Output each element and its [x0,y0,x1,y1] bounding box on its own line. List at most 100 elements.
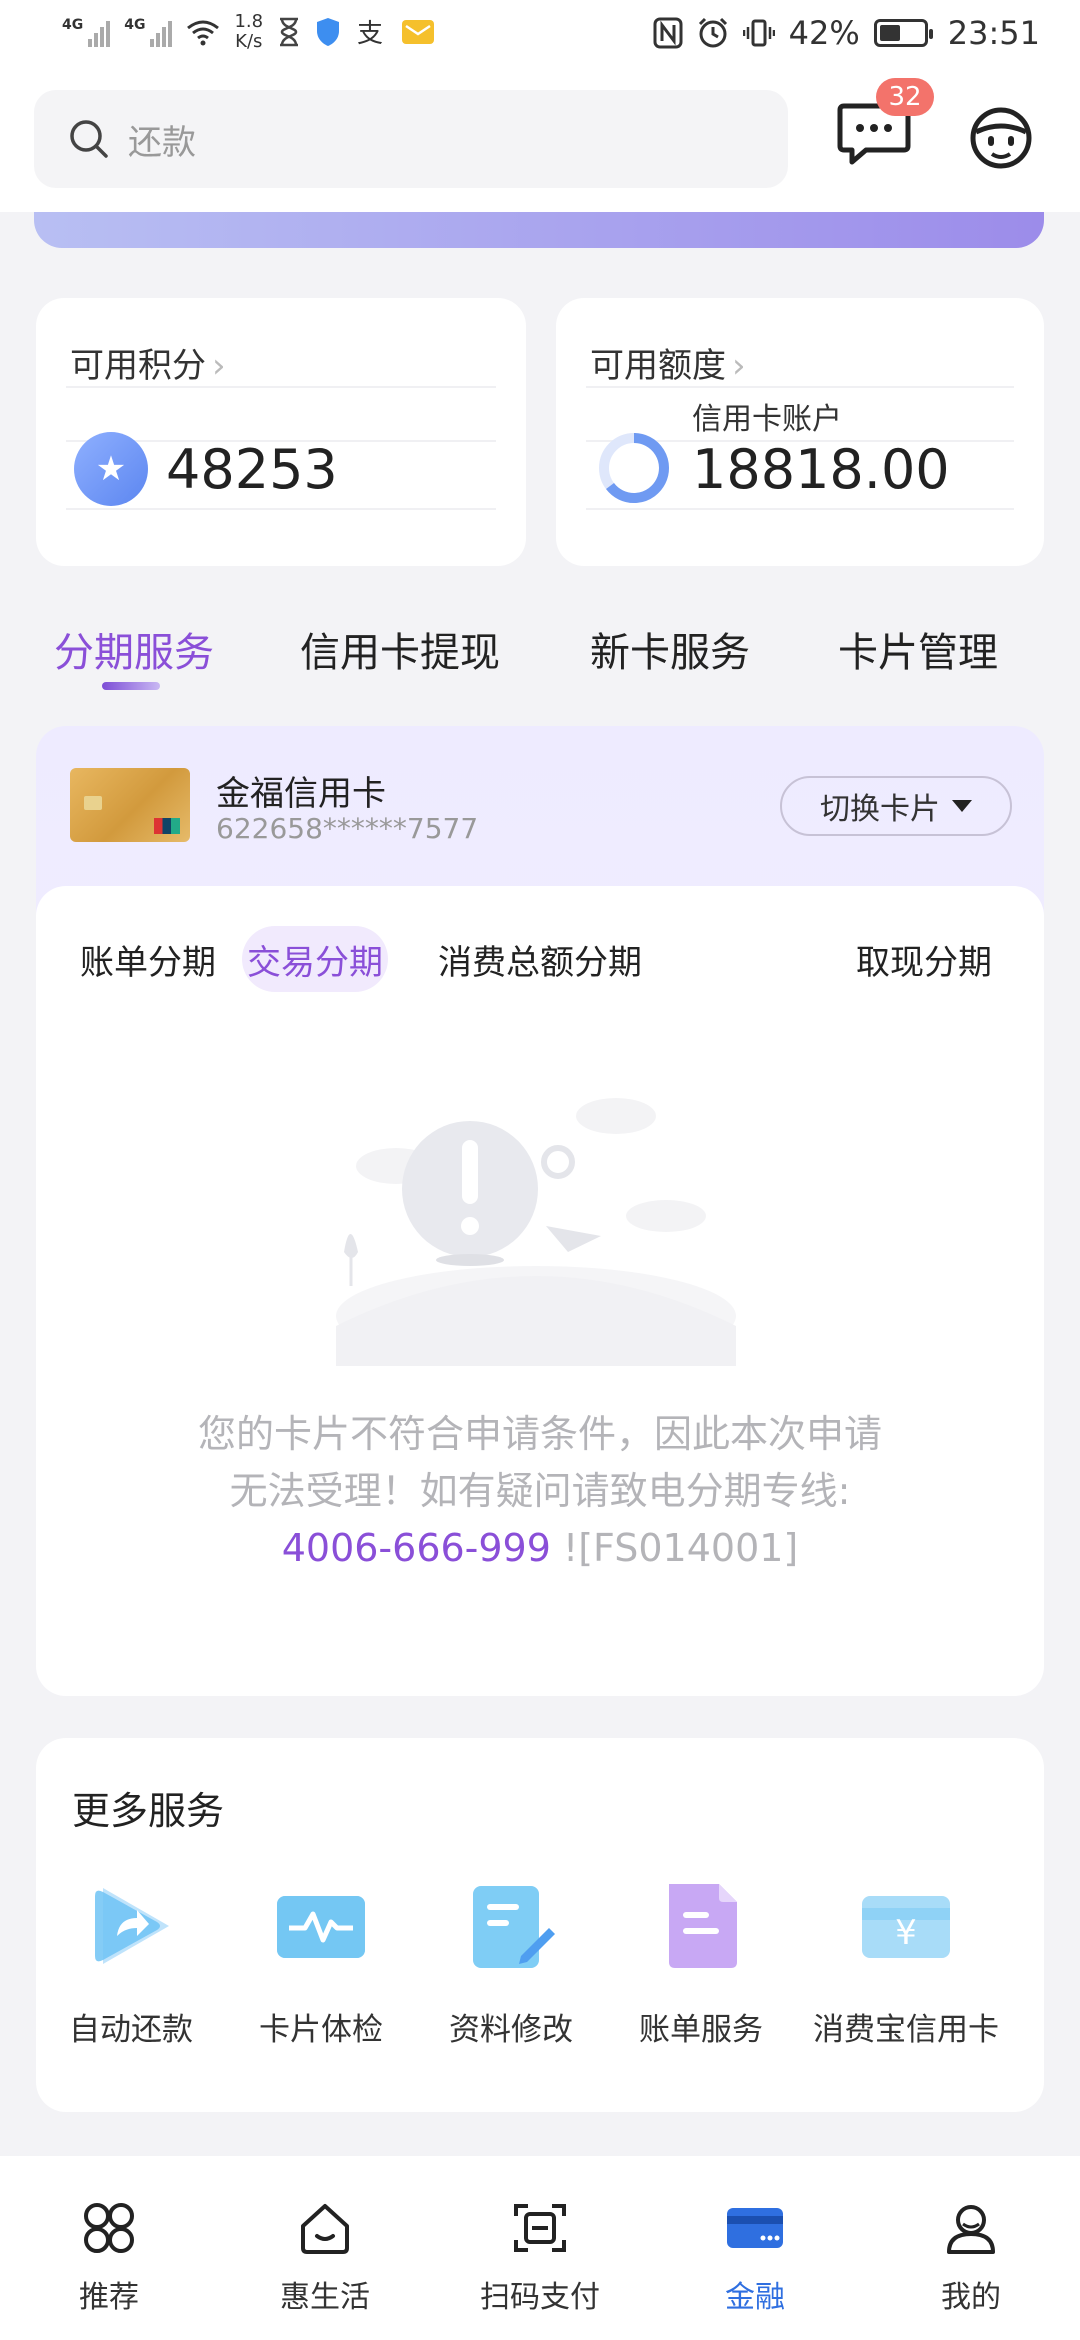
service-edit-info[interactable]: 资料修改 [416,1878,606,2049]
signal-2-icon: 4G [124,17,173,47]
auto-repay-icon [95,1888,169,1964]
credit-title-text: 可用额度 [590,346,726,386]
divider [66,386,496,388]
service-auto-repay[interactable]: 自动还款 [36,1878,226,2049]
assistant-icon[interactable] [966,102,1036,172]
search-input[interactable]: 还款 [34,90,788,188]
star-icon: ★ [74,432,148,506]
empty-state-message: 您的卡片不符合申请条件，因此本次申请 无法受理！如有疑问请致电分期专线: 400… [96,1406,984,1577]
battery-icon [873,19,933,47]
hotline-number[interactable]: 4006-666-999 [282,1526,551,1570]
empty-state-illustration [336,1098,736,1366]
nav-label: 金融 [725,2280,785,2315]
points-value: 48253 [166,438,338,501]
tab-card-management[interactable]: 卡片管理 [838,620,998,678]
tab-new-card[interactable]: 新卡服务 [590,620,750,678]
speed-unit: K/s [235,31,263,52]
credit-account-label: 信用卡账户 [692,402,842,437]
nav-recommend[interactable]: 推荐 [34,2198,184,2316]
installment-panel: 金福信用卡 622658******7577 切换卡片 账单分期 交易分期 消费… [36,726,1044,1696]
network-type-2: 4G [124,17,146,33]
divider [66,508,496,510]
chevron-right-icon: › [732,346,746,386]
service-bill[interactable]: 账单服务 [606,1878,796,2049]
status-bar: 4G 4G 1.8 K/s 支 42% 23:51 [0,0,1080,80]
speed-value: 1.8 [234,11,264,32]
svg-text:¥: ¥ [895,1913,917,1953]
card-name: 金福信用卡 [216,774,386,814]
scan-icon [514,2204,566,2252]
subtab-total-spend-installment[interactable]: 消费总额分期 [402,926,678,992]
hourglass-icon [280,17,299,47]
installment-content: 账单分期 交易分期 消费总额分期 取现分期 您的卡片不符合申请条件，因此本次申请… [36,886,1044,1696]
wifi-icon [187,20,220,46]
service-label: 卡片体检 [259,2012,383,2048]
chevron-right-icon: › [212,346,226,386]
points-card[interactable]: 可用积分 › ★ 48253 [36,298,526,566]
divider [586,508,1014,510]
main-tabs: 分期服务 信用卡提现 新卡服务 卡片管理 [0,610,1080,700]
nav-finance[interactable]: 金融 [680,2198,830,2316]
subtab-bill-installment[interactable]: 账单分期 [70,926,226,992]
network-type-1: 4G [62,17,84,33]
promo-banner[interactable] [34,212,1044,248]
nav-label: 扫码支付 [480,2280,600,2315]
service-card-checkup[interactable]: 卡片体检 [226,1878,416,2049]
bill-service-icon [669,1884,737,1968]
service-yuan-card[interactable]: ¥ 消费宝信用卡 [796,1878,1016,2049]
card-checkup-icon [277,1896,365,1958]
subtab-transaction-installment[interactable]: 交易分期 [242,926,388,992]
nav-life[interactable]: 惠生活 [250,2198,400,2316]
dropdown-triangle-icon [952,800,972,812]
message-badge: 32 [876,78,934,116]
bottom-nav: 推荐 惠生活 扫码支付 金融 我的 [0,2156,1080,2340]
nav-scan-pay[interactable]: 扫码支付 [465,2198,615,2316]
battery-percent: 42% [788,14,860,52]
switch-card-button[interactable]: 切换卡片 [780,776,1012,836]
shield-icon [317,18,340,46]
empty-message-line-2: 无法受理！如有疑问请致电分期专线: [229,1469,851,1513]
recommend-icon [84,2203,134,2253]
empty-message-line-1: 您的卡片不符合申请条件，因此本次申请 [197,1412,882,1456]
more-services-panel: 更多服务 自动还款 卡片体检 资料修改 账单服务 ¥ 消费宝信用卡 [36,1738,1044,2112]
nav-label: 我的 [941,2280,1001,2315]
credit-title: 可用额度 › [590,338,746,387]
subtab-cash-installment[interactable]: 取现分期 [836,926,1012,992]
empty-message-line-3: 4006-666-999 ![FS014001] [96,1520,984,1577]
alipay-icon: 支 [357,19,383,47]
nav-label: 惠生活 [280,2280,370,2315]
points-title-text: 可用积分 [70,346,206,386]
limit-ring-icon [599,433,669,503]
switch-card-label: 切换卡片 [820,792,940,827]
profile-icon [947,2205,995,2254]
tab-installment[interactable]: 分期服务 [54,620,214,678]
search-placeholder: 还款 [128,122,196,163]
svg-text:支: 支 [357,19,383,47]
service-label: 自动还款 [69,2012,193,2048]
signal-1-icon: 4G [62,17,111,47]
nfc-icon [653,17,683,49]
tab-cash-withdrawal[interactable]: 信用卡提现 [300,620,500,678]
divider [586,386,1014,388]
card-number: 622658******7577 [216,812,479,845]
card-icon [727,2208,783,2248]
alarm-icon [698,17,727,48]
network-speed: 1.8 K/s [234,12,263,52]
vibrate-icon [742,19,775,47]
service-label: 资料修改 [449,2012,573,2048]
clock: 23:51 [947,14,1040,52]
service-label: 账单服务 [639,2012,763,2048]
search-icon [70,120,108,158]
edit-info-icon [473,1886,555,1968]
service-label: 消费宝信用卡 [813,2012,999,2048]
credit-limit-card[interactable]: 可用额度 › 信用卡账户 18818.00 [556,298,1044,566]
credit-limit-value: 18818.00 [692,438,950,501]
credit-card-image [70,768,190,842]
yuan-card-icon: ¥ [862,1896,950,1958]
nav-label: 推荐 [79,2280,139,2315]
points-title: 可用积分 › [70,338,226,387]
active-tab-indicator [102,682,160,690]
mail-icon [402,20,435,44]
error-code: ![FS014001] [550,1526,799,1570]
nav-mine[interactable]: 我的 [896,2198,1046,2316]
